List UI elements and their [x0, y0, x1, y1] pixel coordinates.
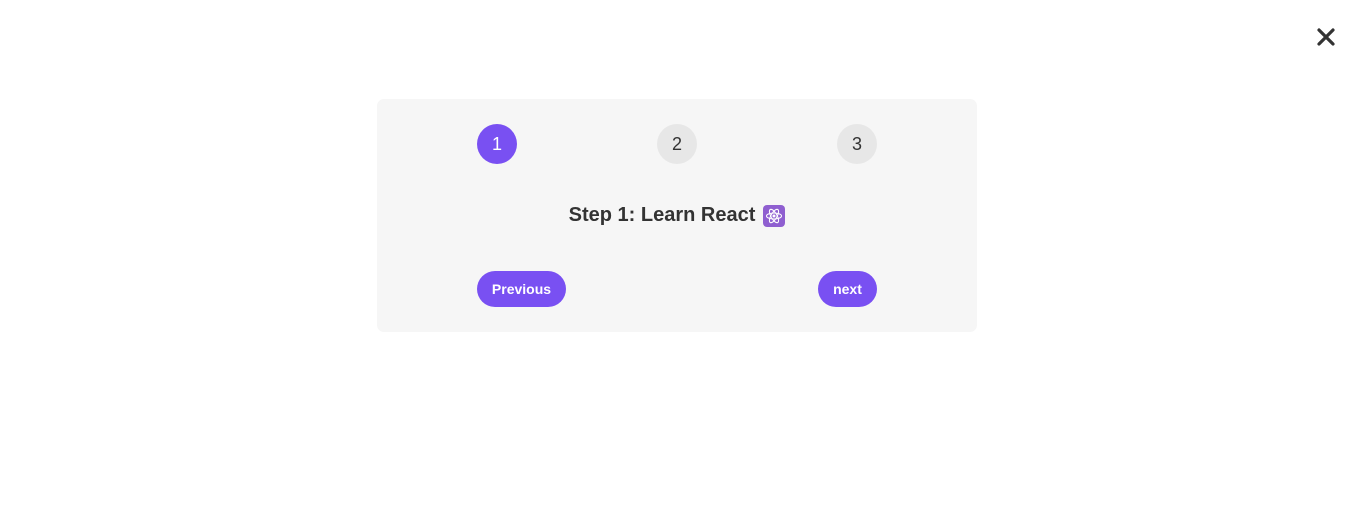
step-message: Step 1: Learn React: [377, 204, 977, 227]
step-1-indicator[interactable]: 1: [477, 124, 517, 164]
close-button[interactable]: [1312, 23, 1340, 51]
step-message-text: Step 1: Learn React: [568, 204, 756, 226]
step-2-number: 2: [671, 133, 682, 154]
step-3-indicator[interactable]: 3: [837, 124, 877, 164]
step-1-number: 1: [491, 133, 502, 154]
steps-card: 1 2 3 Step 1: Learn React Previous next: [377, 99, 977, 332]
close-icon: [1317, 28, 1335, 46]
step-2-indicator[interactable]: 2: [657, 124, 697, 164]
previous-button[interactable]: Previous: [477, 271, 566, 307]
next-button[interactable]: next: [818, 271, 877, 307]
atom-icon: [763, 204, 786, 227]
step-3-number: 3: [851, 133, 862, 154]
